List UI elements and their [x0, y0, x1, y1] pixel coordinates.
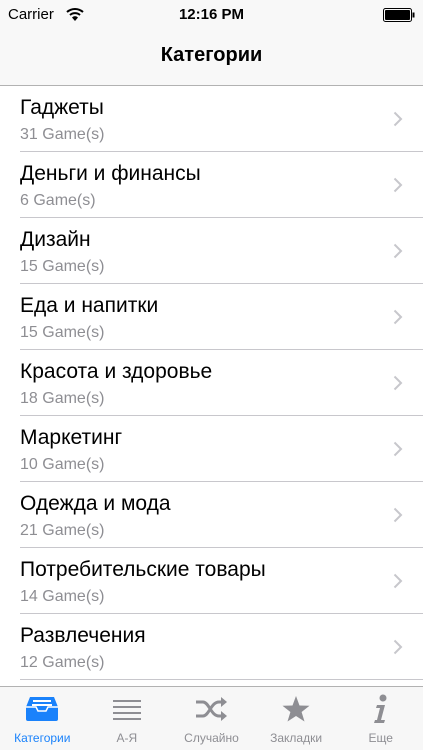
info-icon: [373, 694, 387, 723]
chevron-right-icon: [393, 243, 403, 259]
chevron-right-icon: [393, 507, 403, 523]
list-item-category[interactable]: Еда и напитки 15 Game(s): [0, 284, 423, 350]
category-count: 12 Game(s): [20, 654, 105, 671]
category-count: 10 Game(s): [20, 456, 105, 473]
list-item-category[interactable]: Маркетинг 10 Game(s): [0, 416, 423, 482]
list-item-category[interactable]: Потребительские товары 14 Game(s): [0, 548, 423, 614]
page-title: Категории: [160, 44, 263, 66]
list-lines-icon: [112, 700, 141, 720]
chevron-right-icon: [393, 375, 403, 391]
tab-label: Случайно: [184, 731, 239, 745]
battery-icon: [383, 8, 415, 22]
chevron-right-icon: [393, 309, 403, 325]
status-bar: Carrier 12:16 PM: [0, 0, 423, 30]
tab-a-ya[interactable]: А-Я: [85, 687, 170, 750]
tab-label: Закладки: [270, 731, 323, 745]
category-count: 31 Game(s): [20, 126, 105, 143]
chevron-right-icon: [393, 177, 403, 193]
tab-bookmarks[interactable]: Закладки: [254, 687, 339, 750]
star-icon: [282, 696, 310, 722]
category-title: Гаджеты: [20, 96, 104, 119]
chevron-right-icon: [393, 639, 403, 655]
category-list: Гаджеты 31 Game(s) Деньги и финансы 6 Ga…: [0, 86, 423, 686]
status-time: 12:16 PM: [178, 6, 245, 23]
tab-label: Еще: [368, 731, 393, 745]
list-item-category[interactable]: Гаджеты 31 Game(s): [0, 86, 423, 152]
category-count: 21 Game(s): [20, 522, 105, 539]
category-title: Еда и напитки: [20, 294, 159, 317]
tab-bar: Категории А-Я Случайно Закладки Еще: [0, 686, 423, 750]
tab-label: А-Я: [116, 731, 138, 745]
category-title: Маркетинг: [20, 426, 123, 449]
chevron-right-icon: [393, 441, 403, 457]
category-title: Дизайн: [20, 228, 91, 251]
shuffle-icon: [196, 697, 228, 721]
list-item-category[interactable]: Одежда и мода 21 Game(s): [0, 482, 423, 548]
tab-more[interactable]: Еще: [338, 687, 423, 750]
category-title: Красота и здоровье: [20, 360, 213, 383]
category-count: 6 Game(s): [20, 192, 96, 209]
list-item-category[interactable]: Красота и здоровье 18 Game(s): [0, 350, 423, 416]
tab-categories[interactable]: Категории: [0, 687, 85, 750]
tab-random[interactable]: Случайно: [169, 687, 254, 750]
category-count: 18 Game(s): [20, 390, 105, 407]
category-title: Потребительские товары: [20, 558, 266, 581]
category-count: 15 Game(s): [20, 324, 105, 341]
chevron-right-icon: [393, 111, 403, 127]
category-count: 14 Game(s): [20, 588, 105, 605]
inbox-tray-icon: [26, 697, 59, 721]
list-item-category[interactable]: Деньги и финансы 6 Game(s): [0, 152, 423, 218]
tab-label: Категории: [14, 731, 71, 745]
category-title: Развлечения: [20, 624, 146, 647]
category-title: Деньги и финансы: [20, 162, 201, 185]
category-count: 15 Game(s): [20, 258, 105, 275]
navigation-bar: Категории: [0, 30, 423, 86]
list-item-category[interactable]: Развлечения 12 Game(s): [0, 614, 423, 680]
list-item-category[interactable]: Дизайн 15 Game(s): [0, 218, 423, 284]
category-title: Одежда и мода: [20, 492, 171, 515]
chevron-right-icon: [393, 573, 403, 589]
